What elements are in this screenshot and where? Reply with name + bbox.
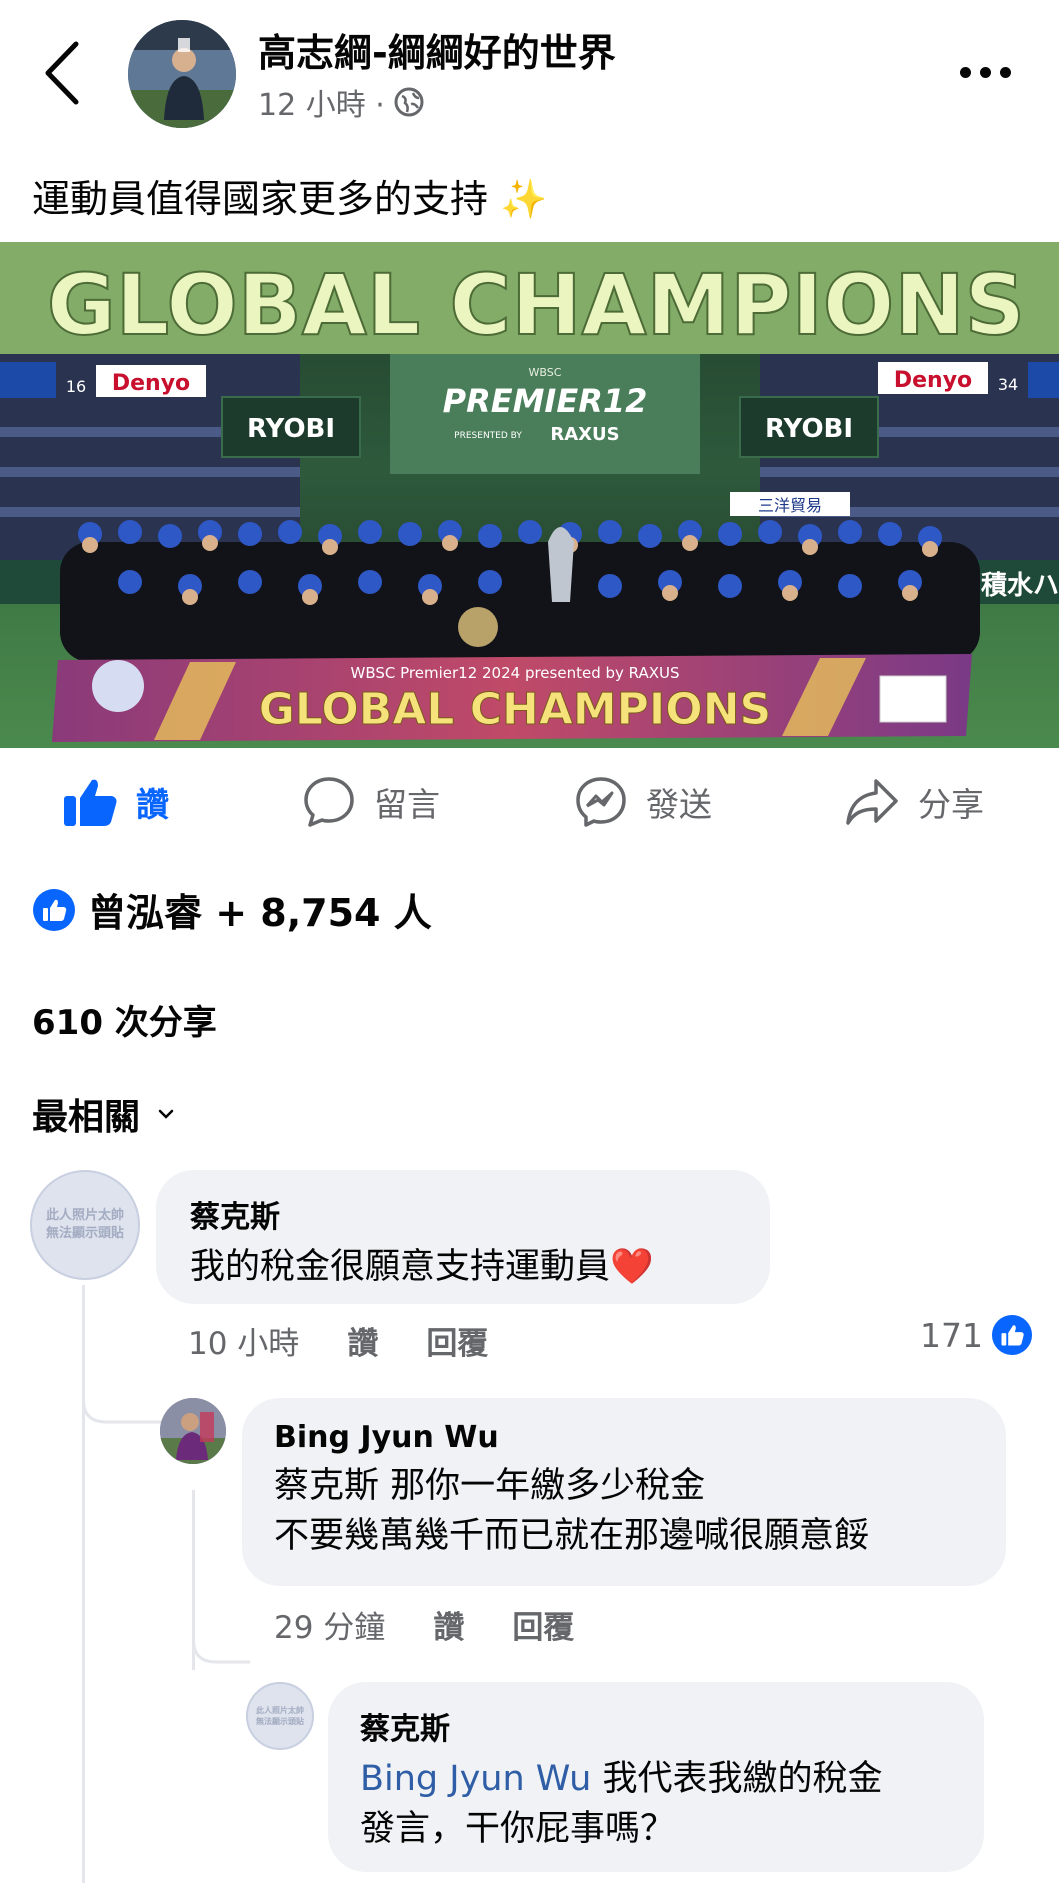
reply-text-line2: 不要幾萬幾千而已就在那邊喊很願意餒 xyxy=(274,1516,870,1556)
commenter-name[interactable]: 蔡克斯 xyxy=(360,1704,882,1748)
reply-reply-button[interactable]: 回覆 xyxy=(512,1602,574,1647)
share-count[interactable]: 610 次分享 xyxy=(32,995,217,1044)
reaction-summary[interactable]: 曾泓睿 + 8,754 人 xyxy=(32,882,432,937)
comment-actions: 10 小時 讚 回覆 xyxy=(188,1318,488,1363)
share-button[interactable]: 分享 xyxy=(844,772,984,832)
messenger-icon xyxy=(576,777,626,827)
comment-bubble-icon xyxy=(304,777,354,827)
send-label: 發送 xyxy=(646,785,712,824)
nested-reply-bubble[interactable]: 蔡克斯 Bing Jyun Wu 我代表我繳的稅金 發言，干你屁事嗎？ xyxy=(328,1682,984,1872)
replier-name[interactable]: Bing Jyun Wu xyxy=(274,1420,869,1455)
comment-reply-button[interactable]: 回覆 xyxy=(426,1318,488,1363)
image-top-banner: GLOBAL CHAMPIONS xyxy=(47,256,1025,354)
image-seat-left: 16 xyxy=(66,377,86,396)
commenter-avatar[interactable]: 此人照片太帥無法顯示頭貼 xyxy=(246,1682,314,1750)
nested-reply-line2: 發言，干你屁事嗎？ xyxy=(360,1809,676,1849)
post-caption: 運動員值得國家更多的支持 ✨ xyxy=(32,177,548,221)
comment-time[interactable]: 10 小時 xyxy=(188,1318,299,1363)
thumbs-up-icon xyxy=(64,779,117,826)
image-banner-subtitle: WBSC Premier12 2024 presented by RAXUS xyxy=(351,664,680,682)
reaction-summary-text: 曾泓睿 + 8,754 人 xyxy=(88,891,432,935)
image-board-left: RYOBI xyxy=(247,414,335,444)
thread-connector-nested xyxy=(192,1620,250,1664)
nested-reply-line1: Bing Jyun Wu 我代表我繳的稅金 xyxy=(360,1759,883,1799)
avatar-placeholder-text: 此人照片太帥無法顯示頭貼 xyxy=(256,1706,304,1726)
thread-line xyxy=(82,1285,85,1883)
image-sponsor: RAXUS xyxy=(550,424,619,445)
post-meta: 12 小時 · xyxy=(258,80,425,124)
like-label: 讚 xyxy=(136,785,169,824)
like-button[interactable]: 讚 xyxy=(62,772,169,832)
image-wbsc-small: WBSC xyxy=(529,366,562,379)
comment-like-button[interactable]: 讚 xyxy=(347,1318,378,1363)
author-avatar[interactable] xyxy=(128,20,236,128)
image-wall-right: 積水ハ xyxy=(981,571,1059,601)
image-seat-right: 34 xyxy=(998,375,1018,394)
image-banner-title: GLOBAL CHAMPIONS xyxy=(259,684,771,735)
post-photo[interactable]: GLOBAL CHAMPIONS Denyo 16 RYOBI Denyo 34… xyxy=(0,242,1059,748)
image-ad-right: Denyo xyxy=(894,368,972,393)
post-time[interactable]: 12 小時 · xyxy=(258,80,385,124)
share-label: 分享 xyxy=(918,785,984,824)
comment-bubble[interactable]: 蔡克斯 我的稅金很願意支持運動員❤️ xyxy=(156,1170,770,1304)
thread-connector xyxy=(82,1380,170,1424)
more-options-button[interactable] xyxy=(960,52,1020,92)
more-dots-icon xyxy=(960,66,971,78)
reply-actions: 29 分鐘 讚 回覆 xyxy=(274,1602,574,1647)
share-arrow-icon xyxy=(846,779,898,825)
avatar-placeholder-text: 此人照片太帥無法顯示頭貼 xyxy=(45,1208,124,1241)
comment-text: 我的稅金很願意支持運動員❤️ xyxy=(190,1247,654,1287)
reply-time[interactable]: 29 分鐘 xyxy=(274,1602,385,1647)
nested-reply-content: 蔡克斯 Bing Jyun Wu 我代表我繳的稅金 發言，干你屁事嗎？ xyxy=(360,1704,882,1854)
comment-content: 蔡克斯 我的稅金很願意支持運動員❤️ xyxy=(190,1192,654,1292)
commenter-avatar[interactable]: 此人照片太帥無法顯示頭貼 xyxy=(30,1170,140,1280)
back-button[interactable] xyxy=(40,38,86,108)
reply-content: Bing Jyun Wu 蔡克斯 那你一年繳多少稅金 不要幾萬幾千而已就在那邊喊… xyxy=(274,1420,869,1561)
heart-emoji: ❤️ xyxy=(610,1247,654,1287)
image-center-logo: PREMIER12 xyxy=(443,382,648,420)
author-name[interactable]: 高志綱-綱綱好的世界 xyxy=(258,22,616,77)
reply-text-line1: 蔡克斯 那你一年繳多少稅金 xyxy=(274,1466,706,1506)
send-button[interactable]: 發送 xyxy=(574,772,712,832)
sort-label: 最相關 xyxy=(32,1097,141,1138)
globe-icon xyxy=(394,87,424,117)
like-reaction-icon xyxy=(33,888,75,931)
reply-bubble[interactable]: Bing Jyun Wu 蔡克斯 那你一年繳多少稅金 不要幾萬幾千而已就在那邊喊… xyxy=(242,1398,1006,1586)
replier-avatar[interactable] xyxy=(160,1398,226,1464)
commenter-name[interactable]: 蔡克斯 xyxy=(190,1192,654,1236)
image-ad-left: Denyo xyxy=(112,371,190,396)
image-presented-by: PRESENTED BY xyxy=(454,431,522,441)
image-wall-sign: 三洋貿易 xyxy=(758,496,822,515)
comment-reaction-count[interactable]: 171 xyxy=(920,1314,1033,1356)
image-board-right: RYOBI xyxy=(765,414,853,444)
reply-like-button[interactable]: 讚 xyxy=(433,1602,464,1647)
chevron-down-icon xyxy=(158,1109,174,1119)
comment-sort-dropdown[interactable]: 最相關 xyxy=(32,1088,176,1140)
comment-label: 留言 xyxy=(374,785,440,824)
chevron-left-icon xyxy=(45,41,79,105)
mention-link[interactable]: Bing Jyun Wu xyxy=(360,1759,591,1799)
like-reaction-icon xyxy=(991,1314,1033,1356)
comment-button[interactable]: 留言 xyxy=(302,772,440,832)
